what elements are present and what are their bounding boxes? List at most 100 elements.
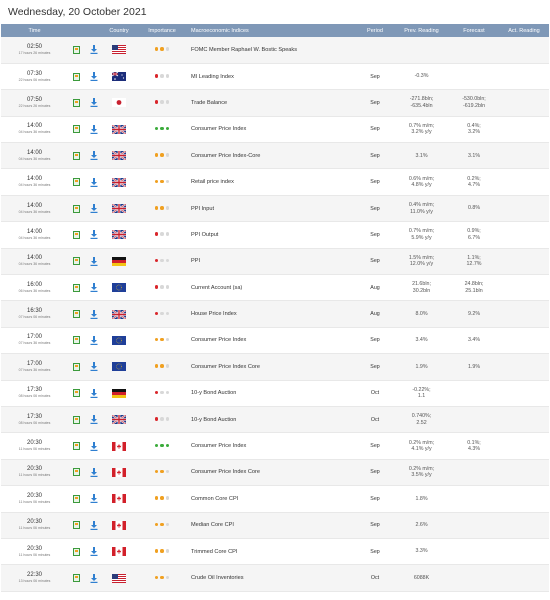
indicator-name[interactable]: Retail price index: [188, 168, 356, 196]
calendar-add-icon[interactable]: [73, 389, 80, 398]
indicator-name[interactable]: Trimmed Core CPI: [188, 538, 356, 566]
indicator-name[interactable]: Consumer Price Index: [188, 432, 356, 460]
download-icon[interactable]: [90, 45, 98, 54]
download-icon[interactable]: [90, 494, 98, 503]
indicator-name[interactable]: Consumer Price Index-Core: [188, 142, 356, 170]
calendar-add-icon[interactable]: [73, 415, 80, 424]
event-time: 07:50: [26, 96, 42, 103]
actual-reading: [499, 300, 549, 328]
time-cell: 14:00 04 hours 36 minutes: [1, 195, 68, 223]
indicator-name[interactable]: Consumer Price Index: [188, 116, 356, 144]
importance-indicator: [154, 285, 170, 289]
importance-dot: [154, 496, 159, 500]
calendar-add-icon[interactable]: [73, 204, 80, 213]
calendar-add-icon[interactable]: [73, 283, 80, 292]
download-icon[interactable]: [90, 257, 98, 266]
time-cell: 14:00 04 hours 36 minutes: [1, 248, 68, 276]
download-icon[interactable]: [90, 362, 98, 371]
actual-reading: [499, 195, 549, 223]
download-icon[interactable]: [90, 574, 98, 583]
indicator-name[interactable]: Common Core CPI: [188, 485, 356, 513]
indicator-name[interactable]: PPI: [188, 248, 356, 276]
download-icon[interactable]: [90, 336, 98, 345]
time-remaining: 07 hours 36 minutes: [18, 367, 51, 372]
prev-reading: [394, 37, 449, 64]
indicator-name[interactable]: 10-y Bond Auction: [188, 380, 356, 407]
calendar-add-icon[interactable]: [73, 98, 80, 107]
download-icon[interactable]: [90, 98, 98, 107]
indicator-name[interactable]: House Price Index: [188, 300, 356, 328]
prev-reading: -0.3%: [394, 63, 449, 91]
calendar-add-icon[interactable]: [73, 362, 80, 371]
importance-dot: [160, 443, 164, 448]
table-row: 20:30 11 hours 06 minutes Common Core CPI S…: [1, 485, 549, 513]
event-time: 14:00: [26, 149, 42, 156]
indicator-name[interactable]: Consumer Price Index Core: [188, 459, 356, 487]
calendar-add-icon[interactable]: [73, 257, 80, 266]
prev-reading: 6088K: [394, 564, 449, 592]
download-icon[interactable]: [90, 442, 98, 451]
calendar-add-icon[interactable]: [73, 574, 80, 582]
calendar-add-icon[interactable]: [73, 336, 80, 345]
importance-dot: [160, 232, 164, 236]
indicator-name[interactable]: PPI Output: [188, 221, 356, 249]
calendar-add-icon[interactable]: [73, 468, 80, 477]
indicator-name[interactable]: 10-y Bond Auction: [188, 406, 356, 434]
download-icon[interactable]: [90, 547, 98, 556]
table-row: 17:30 08 hours 06 minutes 10-y Bond Auctio…: [1, 380, 549, 407]
calendar-add-icon[interactable]: [73, 310, 80, 319]
calendar-add-icon[interactable]: [73, 230, 80, 239]
table-row: 17:00 07 hours 36 minutes Consumer Price I…: [1, 353, 549, 381]
calendar-add-icon[interactable]: [73, 442, 80, 451]
calendar-add-icon[interactable]: [73, 494, 80, 503]
forecast: 0.1%; 4.3%: [449, 432, 499, 460]
download-icon[interactable]: [90, 72, 98, 81]
indicator-name[interactable]: PPI Input: [188, 195, 356, 223]
download-icon[interactable]: [90, 178, 98, 187]
download-icon[interactable]: [90, 468, 98, 477]
download-icon[interactable]: [90, 415, 98, 424]
calendar-add-icon[interactable]: [73, 151, 80, 160]
time-remaining: 17 hours 26 minutes: [18, 50, 51, 55]
indicator-name[interactable]: Crude Oil Inventories: [188, 564, 356, 592]
indicator-name[interactable]: MI Leading Index: [188, 63, 356, 91]
time-remaining: 13 hours 06 minutes: [18, 579, 51, 583]
importance-dot: [160, 126, 164, 131]
importance-dot: [165, 153, 170, 157]
importance-dot: [154, 100, 159, 104]
indicator-name[interactable]: Consumer Price Index Core: [188, 353, 356, 381]
download-icon[interactable]: [90, 204, 98, 213]
importance-dot: [165, 337, 170, 342]
importance-dot: [154, 153, 159, 157]
download-icon[interactable]: [90, 230, 98, 239]
calendar-add-icon[interactable]: [73, 178, 80, 187]
actual-reading: [499, 564, 549, 592]
prev-reading: 21.6bln; 30.2bln: [394, 274, 449, 302]
prev-reading: 1.9%: [394, 353, 449, 381]
indicator-name[interactable]: Consumer Price Index: [188, 327, 356, 355]
calendar-add-icon[interactable]: [73, 521, 80, 530]
calendar-add-icon[interactable]: [73, 72, 80, 81]
event-time: 20:30: [26, 492, 42, 499]
actual-reading: [499, 221, 549, 249]
download-icon[interactable]: [90, 521, 98, 530]
download-icon[interactable]: [90, 151, 98, 160]
table-row: 20:30 11 hours 06 minutes Consumer Price I…: [1, 432, 549, 460]
download-icon[interactable]: [90, 389, 98, 398]
calendar-add-icon[interactable]: [73, 45, 80, 54]
period-cell: Sep: [356, 538, 394, 566]
indicator-name[interactable]: Trade Balance: [188, 89, 356, 117]
download-icon[interactable]: [90, 283, 98, 292]
indicator-name[interactable]: Current Account (sa): [188, 274, 356, 302]
importance-dot: [154, 232, 159, 236]
calendar-add-icon[interactable]: [73, 547, 80, 556]
indicator-name[interactable]: FOMC Member Raphael W. Bostic Speaks: [188, 37, 356, 64]
prev-reading: 0.740%; 2.52: [394, 406, 449, 434]
indicator-name[interactable]: Median Core CPI: [188, 512, 356, 539]
download-icon[interactable]: [90, 310, 98, 319]
calendar-add-icon[interactable]: [73, 125, 80, 134]
download-icon[interactable]: [90, 125, 98, 134]
importance-dot: [160, 522, 164, 527]
time-cell: 16:30 07 hours 06 minutes: [1, 300, 68, 328]
table-row: 14:00 04 hours 36 minutes PPI Input Sep 0.4%…: [1, 195, 549, 223]
